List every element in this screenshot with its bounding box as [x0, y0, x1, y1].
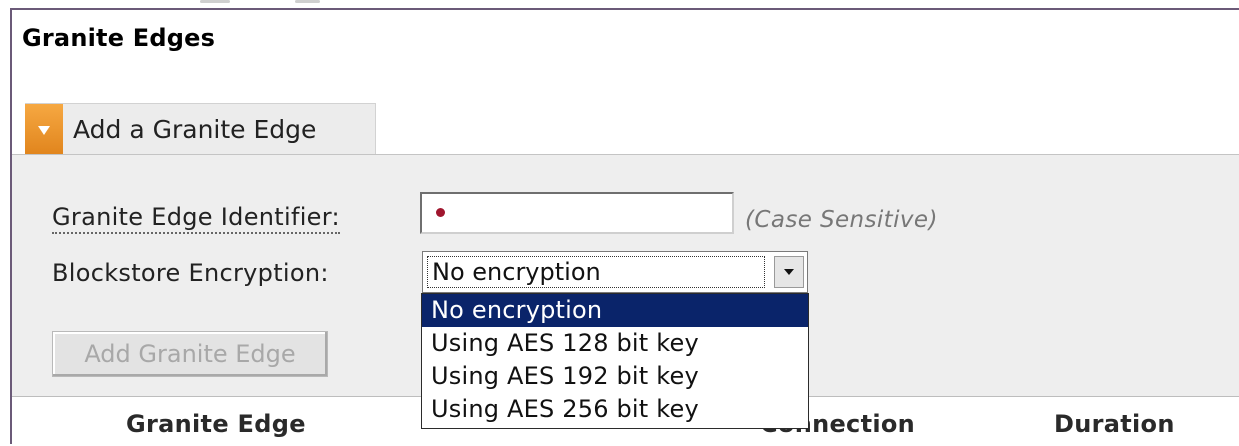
blockstore-encryption-label: Blockstore Encryption: — [52, 259, 329, 287]
blockstore-encryption-select[interactable]: No encryption — [422, 251, 808, 293]
column-header-granite-edge[interactable]: Granite Edge — [126, 410, 306, 438]
add-granite-edge-toggle-label: Add a Granite Edge — [73, 115, 317, 144]
encryption-option-aes-128[interactable]: Using AES 128 bit key — [422, 327, 808, 360]
section-title: Granite Edges — [22, 24, 216, 52]
encryption-option-no-encryption[interactable]: No encryption — [422, 294, 808, 327]
blockstore-encryption-selected-value: No encryption — [427, 256, 765, 288]
chevron-down-icon[interactable] — [774, 256, 804, 288]
encryption-option-aes-256[interactable]: Using AES 256 bit key — [422, 393, 808, 426]
column-header-duration[interactable]: Duration — [1054, 410, 1175, 438]
encryption-option-aes-192[interactable]: Using AES 192 bit key — [422, 360, 808, 393]
top-edge-marks — [200, 0, 320, 4]
add-granite-edge-toggle[interactable]: Add a Granite Edge — [25, 103, 376, 156]
case-sensitive-note: (Case Sensitive) — [745, 207, 938, 233]
required-marker-icon — [436, 208, 445, 217]
granite-edge-identifier-input[interactable] — [420, 192, 734, 234]
add-granite-edge-button[interactable]: Add Granite Edge — [52, 331, 328, 377]
granite-edge-identifier-label: Granite Edge Identifier: — [52, 203, 340, 234]
triangle-down-icon[interactable] — [25, 103, 63, 156]
blockstore-encryption-options-list: No encryption Using AES 128 bit key Usin… — [421, 293, 809, 429]
